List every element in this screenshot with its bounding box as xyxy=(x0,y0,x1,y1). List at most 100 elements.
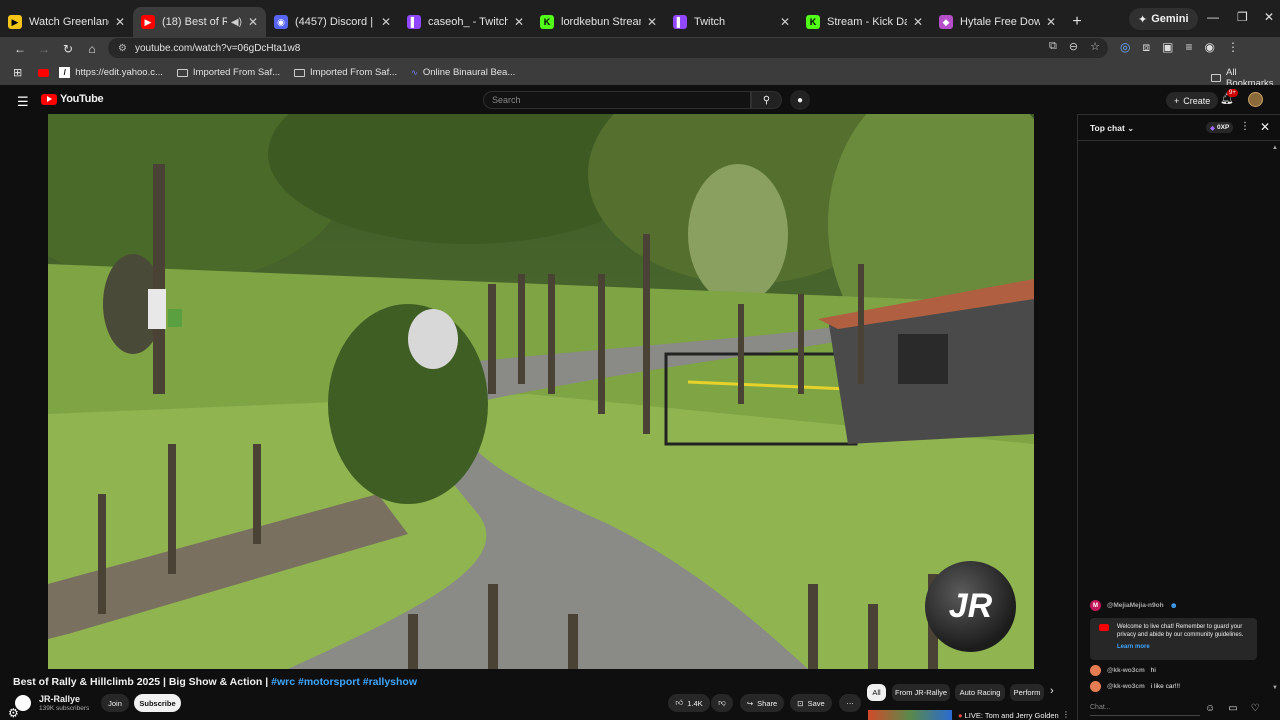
chat-message[interactable]: @kk-wo3cm hi xyxy=(1090,665,1156,676)
like-button[interactable]: 👍︎ 1.4K xyxy=(668,694,710,712)
dislike-button[interactable]: 👎︎ xyxy=(711,694,733,712)
split-view-icon[interactable]: ▣ xyxy=(1162,40,1173,55)
channel-watermark[interactable]: JR xyxy=(925,561,1016,652)
live-dot-icon: ● xyxy=(958,711,963,720)
scroll-up-icon[interactable]: ▲ xyxy=(1272,145,1278,151)
emoji-picker-icon[interactable]: ☺ xyxy=(1205,703,1215,714)
chip-from-channel[interactable]: From JR-Rallye xyxy=(892,684,950,701)
subscribe-button[interactable]: Subscribe xyxy=(134,694,181,712)
browser-tab[interactable]: K lordkebun Stream - Wa ✕ xyxy=(532,7,665,37)
gemini-label: Gemini xyxy=(1151,13,1189,25)
create-button[interactable]: + Create xyxy=(1166,92,1219,109)
bookmark-item[interactable]: / https://edit.yahoo.c... xyxy=(59,67,163,78)
plus-icon: + xyxy=(1174,95,1180,106)
video-hashtags[interactable]: #wrc #motorsport #rallyshow xyxy=(271,676,417,688)
bookmark-folder[interactable]: Imported From Saf... xyxy=(176,67,281,78)
forward-icon[interactable]: → xyxy=(32,42,56,56)
chip-all[interactable]: All xyxy=(867,684,886,701)
gemini-button[interactable]: ✦ Gemini xyxy=(1129,8,1198,30)
zoom-icon[interactable]: ⊖ xyxy=(1069,40,1078,53)
address-bar[interactable]: ⚙ youtube.com/watch?v=06gDcHta1w8 ⧉ ⊖ ☆ xyxy=(108,38,1108,58)
voice-search-button[interactable]: ● xyxy=(790,90,810,110)
bookmark-item[interactable]: ∿ Online Binaural Bea... xyxy=(411,67,515,78)
xp-badge[interactable]: ◆ 0XP xyxy=(1206,122,1234,133)
browser-tab[interactable]: ▌ caseoh_ - Twitch ✕ xyxy=(399,7,532,37)
save-button[interactable]: ⊡ Save xyxy=(790,694,832,712)
tab-close-icon[interactable]: ✕ xyxy=(115,15,125,29)
chat-author[interactable]: @kk-wo3cm xyxy=(1107,683,1145,690)
microphone-icon: ● xyxy=(796,94,804,106)
live-recommendation[interactable]: ● LIVE: Tom and Jerry Golden xyxy=(958,711,1059,720)
account-avatar[interactable] xyxy=(1248,92,1263,107)
chat-more-icon[interactable]: ⋮ xyxy=(1240,121,1250,132)
tab-label: Twitch xyxy=(694,16,726,28)
tab-close-icon[interactable]: ✕ xyxy=(913,15,923,29)
site-info-icon[interactable]: ⚙ xyxy=(118,43,127,54)
chat-message[interactable]: M @MejiaMejia-n9oh ☻ xyxy=(1090,600,1178,611)
tab-close-icon[interactable]: ✕ xyxy=(381,15,391,29)
close-window-icon[interactable]: ✕ xyxy=(1264,10,1274,24)
new-tab-button[interactable]: + xyxy=(1064,7,1090,37)
browser-tab[interactable]: ◉ (4457) Discord | # ✕ xyxy=(266,7,399,37)
more-actions-button[interactable]: ⋯ xyxy=(839,694,861,712)
reload-icon[interactable]: ↻ xyxy=(56,42,80,56)
star-icon[interactable]: ☆ xyxy=(1090,40,1100,53)
install-app-icon[interactable]: ⧉ xyxy=(1049,40,1057,53)
minimize-icon[interactable]: — xyxy=(1207,10,1219,24)
share-icon: ↪ xyxy=(746,698,754,708)
tab-close-icon[interactable]: ✕ xyxy=(248,15,258,29)
back-icon[interactable]: ← xyxy=(8,42,32,56)
search-input[interactable]: Search xyxy=(483,91,751,109)
video-frame xyxy=(48,114,1034,669)
join-button[interactable]: Join xyxy=(101,694,129,712)
learn-more-link[interactable]: Learn more xyxy=(1117,643,1251,651)
heart-icon[interactable]: ♡ xyxy=(1251,703,1260,714)
chat-close-icon[interactable]: ✕ xyxy=(1260,120,1270,134)
tab-close-icon[interactable]: ✕ xyxy=(1046,15,1056,29)
more-vert-icon[interactable]: ⋮ xyxy=(1062,710,1070,719)
super-chat-icon[interactable]: ▭ xyxy=(1228,703,1237,714)
tab-close-icon[interactable]: ✕ xyxy=(514,15,524,29)
browser-tab[interactable]: ◆ Hytale Free Download ✕ xyxy=(931,7,1064,37)
scroll-down-icon[interactable]: ▼ xyxy=(1272,685,1278,691)
menu-icon[interactable]: ☰ xyxy=(17,94,29,110)
extensions-puzzle-icon[interactable]: ⧈ xyxy=(1142,40,1150,55)
profile-avatar-icon[interactable]: ◉ xyxy=(1204,40,1214,55)
chat-text: hi xyxy=(1150,667,1156,674)
bookmark-label: Imported From Saf... xyxy=(310,67,398,78)
search-button[interactable]: ⚲ xyxy=(751,91,782,109)
browser-tab-active[interactable]: ▶ (18) Best of Rally & H ◀) ✕ xyxy=(133,7,266,37)
media-controls-icon[interactable]: ≡ xyxy=(1185,40,1192,55)
youtube-bookmark-icon[interactable] xyxy=(38,68,50,77)
chat-message[interactable]: @kk-wo3cm i like car!!! xyxy=(1090,681,1180,692)
chat-input[interactable]: Chat... xyxy=(1090,704,1200,711)
tab-close-icon[interactable]: ✕ xyxy=(647,15,657,29)
chip-auto-racing[interactable]: Auto Racing xyxy=(955,684,1005,701)
bookmark-label: Imported From Saf... xyxy=(192,67,281,78)
share-button[interactable]: ↪ Share xyxy=(740,694,784,712)
speaker-icon[interactable]: ◀) xyxy=(231,17,242,28)
settings-gear-icon[interactable]: ⚙ xyxy=(8,706,19,720)
youtube-play-icon xyxy=(41,93,57,105)
tab-label: caseoh_ - Twitch xyxy=(428,16,508,28)
top-chat-dropdown[interactable]: Top chat ⌄ xyxy=(1090,123,1134,134)
live-thumbnail[interactable] xyxy=(868,710,952,720)
youtube-logo[interactable]: YouTube xyxy=(41,93,104,105)
bookmark-folder[interactable]: Imported From Saf... xyxy=(294,67,397,78)
tab-label: Stream - Kick Dashboar xyxy=(827,16,907,28)
restore-icon[interactable]: ❐ xyxy=(1237,10,1248,24)
chat-author[interactable]: @MejiaMejia-n9oh xyxy=(1107,602,1164,609)
chat-author[interactable]: @kk-wo3cm xyxy=(1107,667,1145,674)
browser-tab[interactable]: ▌ Twitch ✕ xyxy=(665,7,798,37)
chevron-right-icon[interactable]: › xyxy=(1050,685,1054,697)
home-icon[interactable]: ⌂ xyxy=(80,42,104,56)
extension-circle-icon[interactable]: ◎ xyxy=(1120,40,1130,55)
browser-tab[interactable]: K Stream - Kick Dashboar ✕ xyxy=(798,7,931,37)
browser-menu-icon[interactable]: ⋮ xyxy=(1227,40,1239,55)
apps-grid-icon[interactable]: ⊞ xyxy=(13,66,22,79)
chip-perform[interactable]: Perform xyxy=(1010,684,1044,701)
tab-close-icon[interactable]: ✕ xyxy=(780,15,790,29)
channel-name[interactable]: JR-Rallye xyxy=(39,694,80,704)
browser-tab[interactable]: ▶ Watch Greenland 2: Mig ✕ xyxy=(0,7,133,37)
video-player[interactable]: JR xyxy=(48,114,1034,669)
